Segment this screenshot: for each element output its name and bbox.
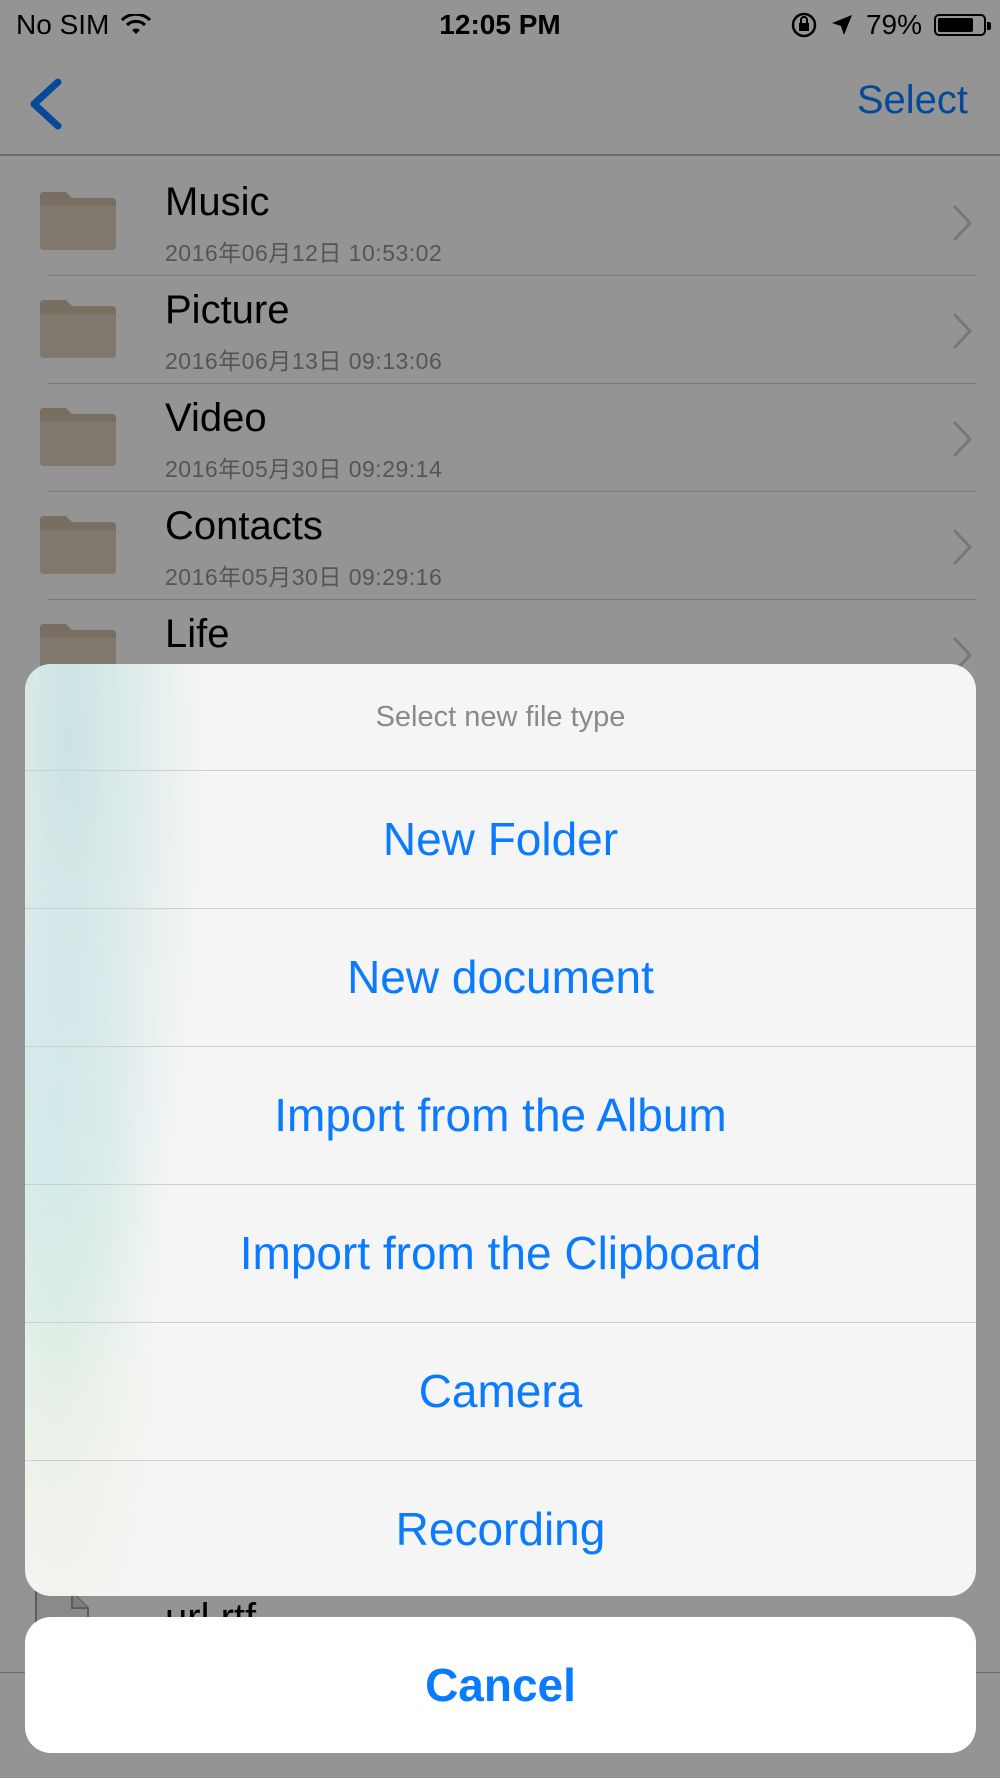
recording-button[interactable]: Recording <box>25 1461 976 1596</box>
cancel-button[interactable]: Cancel <box>25 1617 976 1753</box>
new-folder-button[interactable]: New Folder <box>25 771 976 909</box>
camera-button[interactable]: Camera <box>25 1323 976 1461</box>
import-from-clipboard-button[interactable]: Import from the Clipboard <box>25 1185 976 1323</box>
action-sheet: Select new file type New Folder New docu… <box>25 664 976 1596</box>
new-document-button[interactable]: New document <box>25 909 976 1047</box>
action-sheet-title: Select new file type <box>25 664 976 771</box>
import-from-album-button[interactable]: Import from the Album <box>25 1047 976 1185</box>
